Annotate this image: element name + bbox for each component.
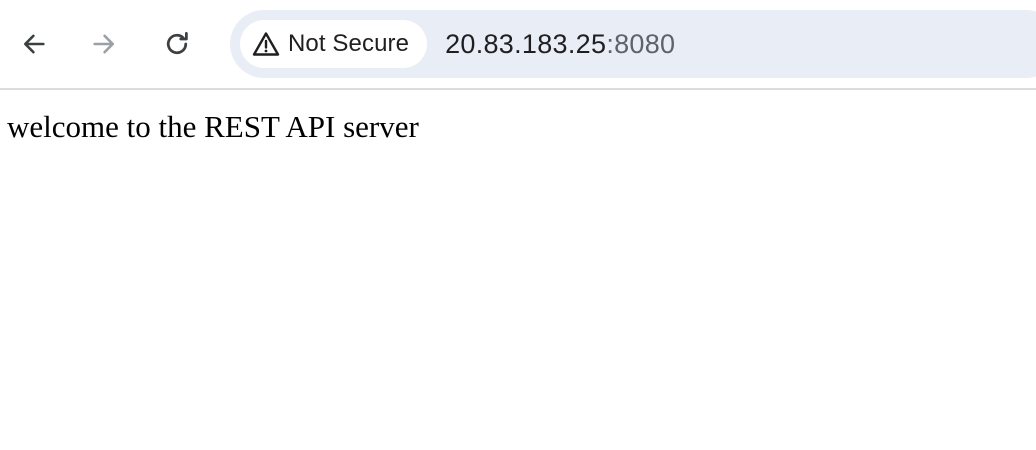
url-host: 20.83.183.25 [445, 28, 607, 59]
browser-toolbar: Not Secure 20.83.183.25:8080 [0, 0, 1036, 90]
security-indicator-button[interactable]: Not Secure [240, 20, 428, 68]
address-bar[interactable]: Not Secure 20.83.183.25:8080 [230, 10, 1036, 78]
reload-button[interactable] [157, 24, 197, 64]
back-button[interactable] [14, 24, 54, 64]
page-content: welcome to the REST API server [0, 90, 1036, 144]
reload-icon [166, 32, 188, 55]
forward-button[interactable] [84, 24, 124, 64]
warning-triangle-icon [252, 31, 280, 57]
url-text[interactable]: 20.83.183.25:8080 [445, 29, 675, 60]
arrow-right-icon [93, 34, 115, 54]
url-port: :8080 [606, 28, 676, 59]
arrow-left-icon [23, 34, 45, 54]
security-label: Not Secure [288, 30, 410, 57]
page-body-text: welcome to the REST API server [7, 109, 419, 144]
